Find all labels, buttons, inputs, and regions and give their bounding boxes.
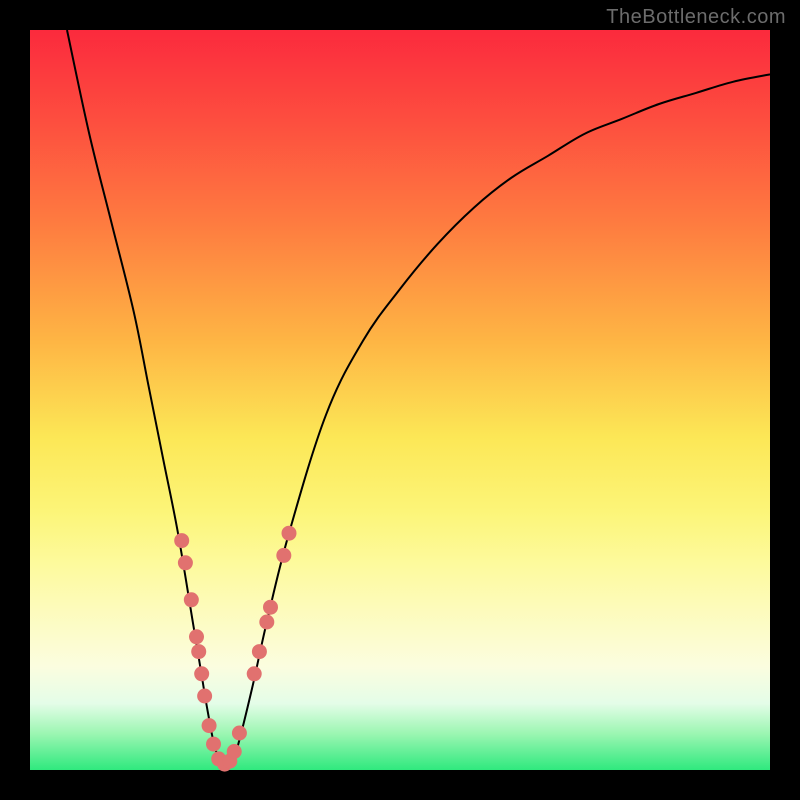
bottleneck-curve bbox=[67, 30, 770, 765]
data-marker bbox=[259, 615, 274, 630]
data-marker bbox=[184, 592, 199, 607]
chart-plot-area bbox=[30, 30, 770, 770]
marker-cluster bbox=[174, 526, 296, 772]
data-marker bbox=[227, 744, 242, 759]
data-marker bbox=[276, 548, 291, 563]
chart-svg bbox=[30, 30, 770, 770]
data-marker bbox=[232, 726, 247, 741]
data-marker bbox=[191, 644, 206, 659]
data-marker bbox=[174, 533, 189, 548]
data-marker bbox=[282, 526, 297, 541]
data-marker bbox=[197, 689, 212, 704]
data-marker bbox=[206, 737, 221, 752]
watermark-text: TheBottleneck.com bbox=[606, 6, 786, 29]
data-marker bbox=[252, 644, 267, 659]
data-marker bbox=[194, 666, 209, 681]
data-marker bbox=[202, 718, 217, 733]
data-marker bbox=[263, 600, 278, 615]
data-marker bbox=[189, 629, 204, 644]
data-marker bbox=[178, 555, 193, 570]
data-marker bbox=[247, 666, 262, 681]
